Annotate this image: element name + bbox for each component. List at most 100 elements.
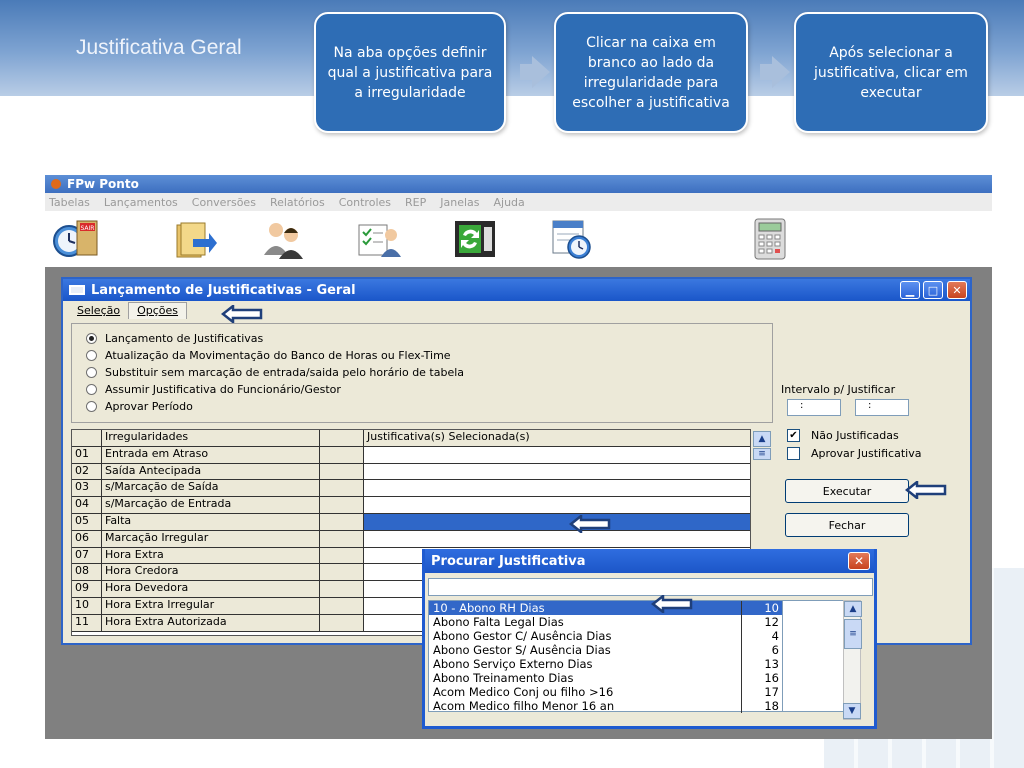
menu-janelas[interactable]: Janelas [440,196,479,209]
close-icon: ✕ [853,554,865,568]
row-blank-cell[interactable] [320,463,364,480]
maximize-button[interactable]: □ [923,281,943,299]
list-item[interactable]: Abono Falta Legal Dias 12 [429,615,782,629]
step-text-3: Após selecionar a justificativa, clicar … [814,44,968,101]
close-button[interactable]: ✕ [947,281,967,299]
table-row[interactable]: 01 Entrada em Atraso [72,446,750,464]
tab-opcoes[interactable]: Opções [128,302,188,319]
row-justificativa-cell[interactable] [364,530,750,547]
item-name: Abono Serviço Externo Dias [429,657,742,671]
toolbar-users-button[interactable] [255,215,311,263]
menu-conversoes[interactable]: Conversões [192,196,256,209]
option-label: Lançamento de Justificativas [105,332,264,345]
checkbox[interactable] [787,447,800,460]
radio[interactable] [86,384,97,395]
radio[interactable] [86,350,97,361]
list-item[interactable]: Abono Gestor S/ Ausência Dias 6 [429,643,782,657]
toolbar-exit-button[interactable]: SAIR [47,215,103,263]
list-item[interactable]: Abono Serviço Externo Dias 13 [429,657,782,671]
fechar-button[interactable]: Fechar [785,513,909,537]
option-aprovar-periodo[interactable]: Aprovar Período [72,398,772,415]
executar-button[interactable]: Executar [785,479,909,503]
row-blank-cell[interactable] [320,564,364,581]
annotation-arrow-icon [904,479,947,501]
menu-ajuda[interactable]: Ajuda [494,196,525,209]
row-justificativa-cell[interactable] [364,480,750,497]
menu-relatorios[interactable]: Relatórios [270,196,325,209]
row-irregularidade: Hora Extra Irregular [102,597,320,614]
dialog-title: Lançamento de Justificativas - Geral [91,282,356,298]
table-row[interactable]: 06 Marcação Irregular [72,530,750,548]
chevron-down-icon: ▼ [848,706,856,716]
nao-justificadas-checkbox[interactable]: ✔ Não Justificadas [787,429,899,442]
maximize-icon: □ [927,283,939,297]
app-title: FPw Ponto [67,177,139,191]
option-lancamento[interactable]: Lançamento de Justificativas [72,330,772,347]
table-row[interactable]: 02 Saída Antecipada [72,463,750,481]
checkbox-checked[interactable]: ✔ [787,429,800,442]
option-assumir[interactable]: Assumir Justificativa do Funcionário/Ges… [72,381,772,398]
toolbar-calendar-button[interactable] [543,215,599,263]
minimize-button[interactable]: ▁ [900,281,920,299]
row-justificativa-cell[interactable] [364,446,750,463]
item-code: 13 [764,657,779,671]
toolbar-transfer-button[interactable] [167,215,223,263]
search-input[interactable] [428,578,873,596]
list-item[interactable]: Abono Treinamento Dias 16 [429,671,782,685]
list-item[interactable]: Acom Medico filho Menor 16 an 18 [429,699,782,713]
table-row[interactable]: 03 s/Marcação de Saída [72,480,750,498]
step-text-2: Clicar na caixa em branco ao lado da irr… [572,34,730,111]
scroll-thumb[interactable]: ≡ [753,448,771,460]
scroll-down-button[interactable]: ▼ [843,703,861,719]
row-blank-cell[interactable] [320,497,364,513]
header-irregularidades: Irregularidades [102,430,320,446]
minimize-icon: ▁ [905,283,915,297]
menubar: Tabelas Lançamentos Conversões Relatório… [45,193,992,211]
radio[interactable] [86,401,97,412]
list-item[interactable]: Acom Medico Conj ou filho >16 17 [429,685,782,699]
popup-close-button[interactable]: ✕ [848,552,870,570]
step-box-3: Após selecionar a justificativa, clicar … [794,12,988,133]
interval-from-input[interactable]: : [787,399,841,416]
tab-selecao[interactable]: Seleção [69,303,128,319]
list-item[interactable]: Abono Gestor C/ Ausência Dias 4 [429,629,782,643]
toolbar-checklist-button[interactable] [351,215,407,263]
menu-tabelas[interactable]: Tabelas [49,196,90,209]
list-item[interactable]: 10 - Abono RH Dias 10 [429,601,782,615]
menu-controles[interactable]: Controles [339,196,391,209]
row-justificativa-cell[interactable] [364,463,750,480]
scroll-thumb[interactable]: ≡ [844,619,862,649]
row-blank-cell[interactable] [320,513,364,530]
row-irregularidade: Hora Devedora [102,581,320,597]
row-blank-cell[interactable] [320,530,364,547]
row-number: 02 [72,463,102,480]
item-name: Abono Gestor S/ Ausência Dias [429,643,742,657]
toolbar-calculator-button[interactable] [743,215,799,263]
radio-selected[interactable] [86,333,97,344]
row-blank-cell[interactable] [320,547,364,564]
table-row[interactable]: 04 s/Marcação de Entrada [72,497,750,514]
menu-rep[interactable]: REP [405,196,426,209]
scroll-up-button[interactable]: ▲ [753,431,771,447]
option-substituir[interactable]: Substituir sem marcação de entrada/saida… [72,364,772,381]
menu-lancamentos[interactable]: Lançamentos [104,196,178,209]
popup-scrollbar[interactable]: ▲ ≡ ▼ [843,600,862,720]
aprovar-justificativa-checkbox[interactable]: Aprovar Justificativa [787,447,921,460]
row-blank-cell[interactable] [320,581,364,597]
row-blank-cell[interactable] [320,597,364,614]
scroll-up-button[interactable]: ▲ [844,601,862,617]
row-blank-cell[interactable] [320,614,364,631]
refresh-report-icon [455,221,495,257]
option-atualizacao[interactable]: Atualização da Movimentação do Banco de … [72,347,772,364]
option-label: Atualização da Movimentação do Banco de … [105,349,451,362]
radio[interactable] [86,367,97,378]
row-justificativa-cell[interactable] [364,497,750,513]
window-icon [69,285,85,295]
table-row[interactable]: 05 Falta [72,513,750,531]
grip-icon: ≡ [849,629,857,639]
toolbar-refresh-button[interactable] [447,215,503,263]
row-blank-cell[interactable] [320,446,364,463]
row-justificativa-cell[interactable] [364,513,750,530]
interval-to-input[interactable]: : [855,399,909,416]
row-blank-cell[interactable] [320,480,364,497]
